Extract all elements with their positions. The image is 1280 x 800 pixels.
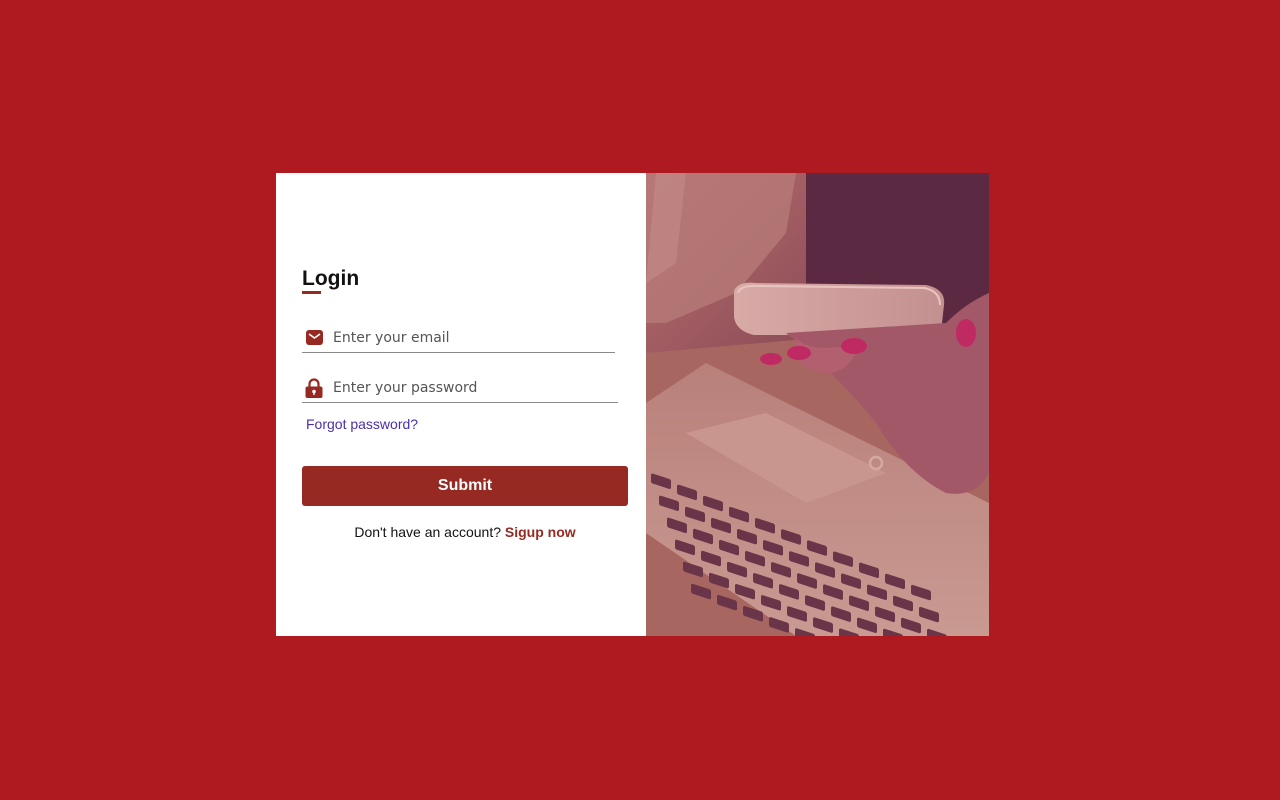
login-title: Login (302, 267, 360, 290)
forgot-password-link[interactable]: Forgot password? (306, 416, 418, 432)
hero-image (646, 173, 989, 636)
email-input[interactable] (333, 324, 603, 351)
password-field (302, 373, 618, 403)
signup-link[interactable]: Sigup now (505, 524, 576, 540)
login-form: Login Forgot password? (276, 173, 646, 636)
title-underline (302, 291, 321, 294)
submit-button[interactable]: Submit (302, 466, 628, 506)
envelope-icon (303, 327, 325, 349)
hero-illustration (646, 173, 989, 636)
email-field (302, 323, 615, 353)
password-input[interactable] (333, 374, 603, 401)
lock-icon (303, 377, 325, 399)
signup-row: Don't have an account? Sigup now (302, 524, 628, 540)
login-card: Login Forgot password? (276, 173, 989, 636)
signup-prompt: Don't have an account? (354, 524, 501, 540)
